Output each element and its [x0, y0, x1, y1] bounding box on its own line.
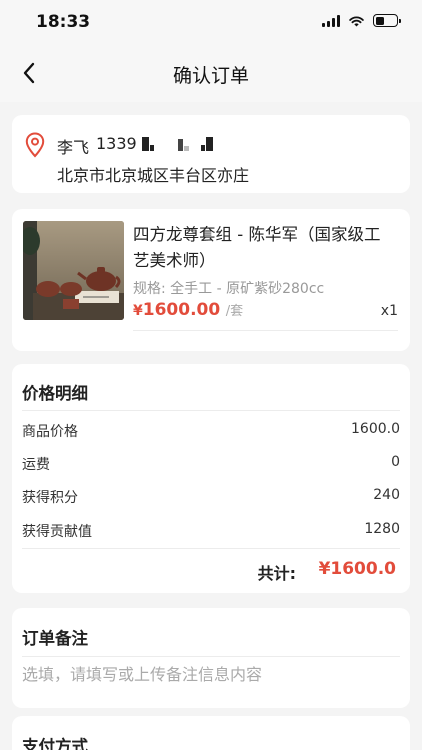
remark-title: 订单备注	[22, 629, 88, 648]
product-title: 四方龙尊套组 - 陈华军（国家级工艺美术师）	[133, 225, 381, 270]
recipient-phone: 1339	[96, 134, 213, 153]
price-detail-card: 价格明细 商品价格 1600.0 运费 0 获得积分 240 获得贡献值 128…	[12, 364, 410, 593]
row-label-goods-price: 商品价格	[22, 424, 78, 440]
row-value-points: 240	[373, 487, 400, 503]
status-time: 18:33	[36, 12, 91, 32]
location-pin-icon	[25, 132, 45, 158]
recipient-phone-visible: 1339	[96, 134, 137, 153]
status-bar: 18:33	[0, 0, 422, 44]
price-detail-title: 价格明细	[22, 384, 88, 403]
row-value-goods-price: 1600.0	[351, 421, 400, 437]
address-card[interactable]: 李飞 1339 北京市北京城区丰台区亦庄	[12, 115, 410, 193]
wifi-icon	[349, 15, 364, 26]
product-card[interactable]: 四方龙尊套组 - 陈华军（国家级工艺美术师） 规格: 全手工 - 原矿紫砂280…	[12, 209, 410, 351]
remark-card: 订单备注	[12, 608, 410, 708]
currency-symbol: ¥	[133, 303, 143, 319]
product-spec: 规格: 全手工 - 原矿紫砂280cc	[133, 281, 325, 297]
battery-icon	[373, 14, 401, 27]
address-detail: 北京市北京城区丰台区亦庄	[57, 166, 250, 185]
total-label: 共计:	[257, 564, 296, 583]
payment-title: 支付方式	[22, 737, 88, 750]
divider	[22, 410, 400, 411]
recipient-name: 李飞	[57, 138, 90, 157]
row-label-points: 获得积分	[22, 490, 78, 506]
row-value-shipping: 0	[391, 454, 400, 470]
row-label-contribution: 获得贡献值	[22, 524, 92, 540]
product-image	[23, 221, 124, 320]
row-value-contribution: 1280	[364, 521, 400, 537]
product-price: ¥1600.00 /套	[133, 300, 243, 320]
divider	[22, 548, 400, 549]
total-value: ¥1600.0	[318, 559, 396, 579]
price-unit: /套	[225, 304, 244, 319]
product-divider	[133, 330, 398, 331]
cellular-signal-icon	[322, 14, 340, 27]
remark-input[interactable]	[22, 665, 400, 684]
page-title: 确认订单	[172, 65, 249, 87]
phone-redaction	[141, 136, 213, 151]
row-label-shipping: 运费	[22, 457, 50, 473]
payment-card: 支付方式	[12, 716, 410, 750]
status-icons	[322, 14, 401, 27]
nav-bar: 确认订单	[0, 44, 422, 102]
divider	[22, 656, 400, 657]
product-quantity: x1	[380, 303, 398, 319]
price-amount: 1600.00	[142, 300, 221, 320]
